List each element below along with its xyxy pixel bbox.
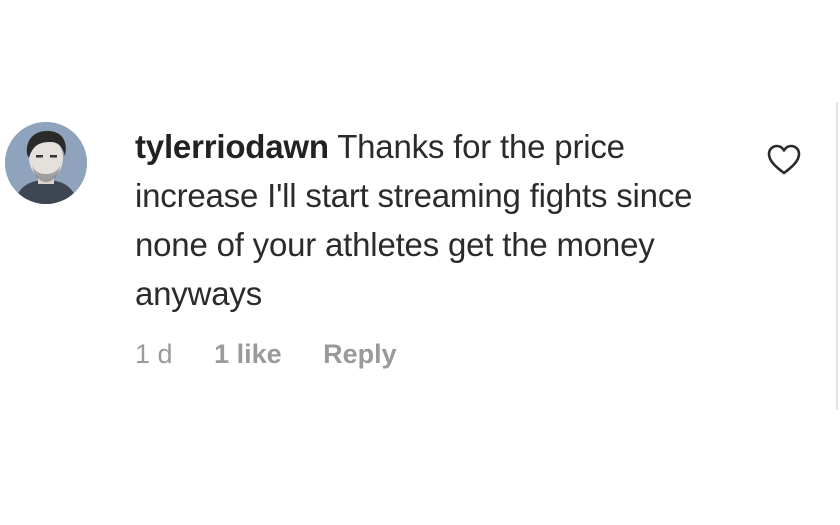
- comment-username[interactable]: tylerriodawn: [135, 128, 329, 165]
- reply-button[interactable]: Reply: [323, 339, 397, 369]
- comment-meta: 1 d 1 like Reply: [135, 336, 431, 372]
- comment-timestamp: 1 d: [135, 339, 173, 369]
- heart-outline-icon[interactable]: [766, 143, 802, 177]
- avatar[interactable]: [5, 122, 87, 204]
- user-avatar-icon: [5, 122, 87, 204]
- scrollbar-track[interactable]: [836, 102, 838, 410]
- comment-item: tylerriodawn Thanks for the price increa…: [0, 0, 836, 525]
- comment-page: tylerriodawn Thanks for the price increa…: [0, 0, 840, 525]
- comment-likes-count[interactable]: 1 like: [214, 339, 282, 369]
- comment-content: tylerriodawn Thanks for the price increa…: [135, 122, 715, 318]
